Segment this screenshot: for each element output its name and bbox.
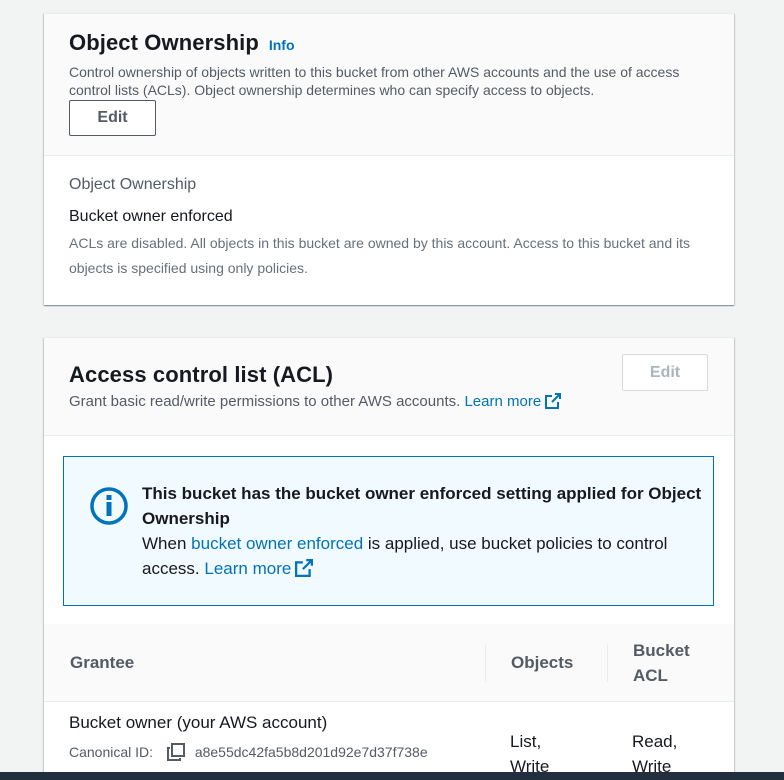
ownership-field-label: Object Ownership [69, 176, 197, 193]
acl-table-header: Grantee Objects Bucket ACL [44, 624, 734, 702]
external-link-icon[interactable] [295, 559, 314, 577]
copy-icon[interactable] [166, 743, 185, 761]
column-header-grantee: Grantee [70, 653, 135, 672]
bottom-bar [0, 772, 784, 780]
object-ownership-header: Object Ownership Info Control ownership o… [44, 14, 734, 156]
acl-learn-more-link[interactable]: Learn more [464, 393, 541, 410]
object-ownership-card: Object Ownership Info Control ownership o… [44, 13, 734, 305]
info-icon [90, 487, 128, 525]
acl-description: Grant basic read/write permissions to ot… [69, 393, 562, 411]
alert-text: When bucket owner enforced is applied, u… [142, 534, 668, 578]
object-ownership-edit-button[interactable]: Edit [69, 100, 156, 136]
column-divider [485, 644, 486, 682]
ownership-field-value: Bucket owner enforced [69, 208, 233, 225]
alert-learn-more-link[interactable]: Learn more [204, 559, 291, 578]
column-divider [607, 644, 608, 682]
object-ownership-title: Object Ownership [69, 30, 259, 55]
ownership-enforced-alert: This bucket has the bucket owner enforce… [63, 456, 714, 606]
acl-edit-button[interactable]: Edit [622, 354, 708, 391]
acl-header: Access control list (ACL) Grant basic re… [44, 338, 734, 436]
alert-title: This bucket has the bucket owner enforce… [142, 484, 702, 528]
object-ownership-description: Control ownership of objects written to … [69, 64, 680, 98]
column-header-bucket-acl: Bucket ACL [633, 641, 690, 685]
acl-card: Access control list (ACL) Grant basic re… [44, 337, 734, 780]
canonical-id: Canonical ID: a8e55dc42fa5b8d201d92e7d37… [69, 743, 428, 761]
grantee-cell: Bucket owner (your AWS account) [69, 713, 328, 732]
column-header-objects: Objects [511, 653, 574, 672]
bucket-owner-enforced-link[interactable]: bucket owner enforced [191, 534, 363, 553]
ownership-field-description: ACLs are disabled. All objects in this b… [69, 235, 691, 276]
info-link[interactable]: Info [269, 37, 295, 53]
acl-title: Access control list (ACL) [69, 362, 334, 387]
external-link-icon[interactable] [545, 393, 562, 409]
